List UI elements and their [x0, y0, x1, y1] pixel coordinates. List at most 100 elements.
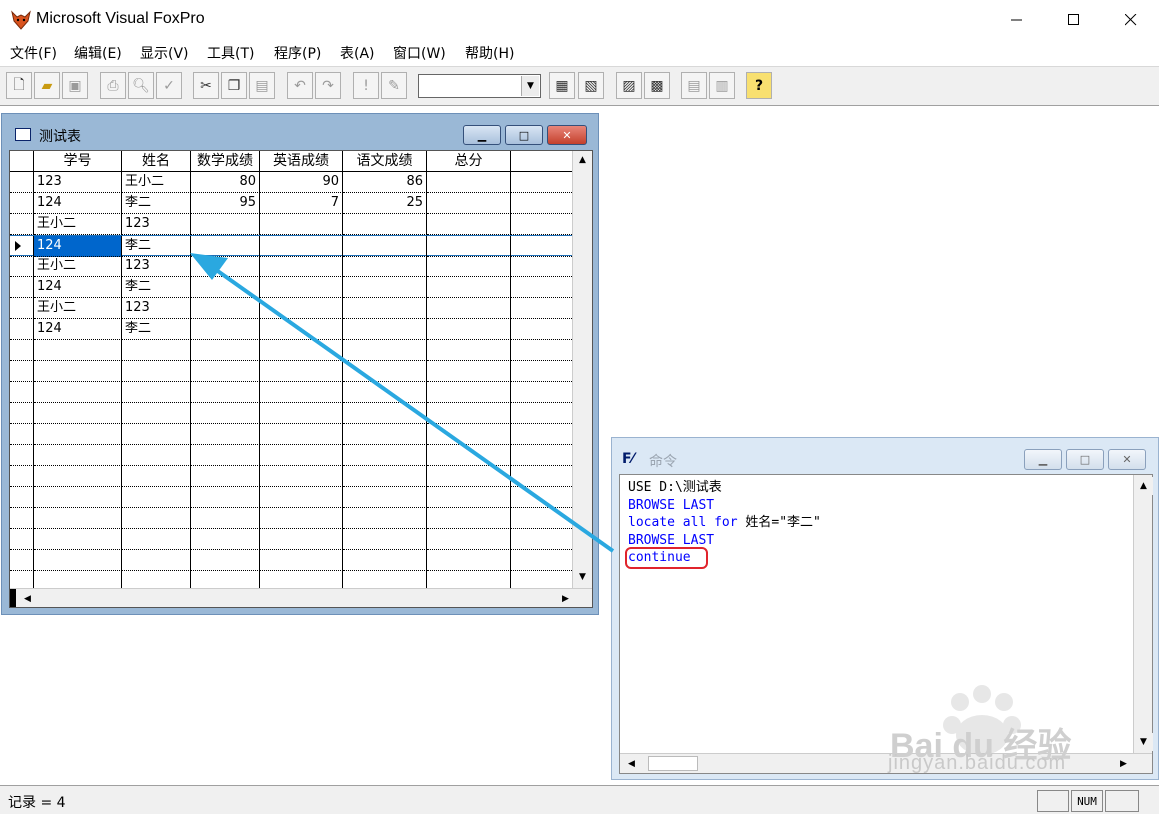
grid-cell[interactable] [260, 529, 343, 550]
grid-cell[interactable] [122, 340, 191, 361]
menu-tools[interactable]: 工具(T) [205, 43, 256, 63]
grid-cell[interactable] [34, 508, 122, 529]
report-wizard-button[interactable]: ▩ [644, 72, 670, 99]
grid-cell[interactable] [260, 214, 343, 235]
grid-cell[interactable]: 7 [260, 193, 343, 214]
column-header[interactable]: 英语成绩 [260, 151, 343, 172]
modify-form-button[interactable]: ✎ [381, 72, 407, 99]
grid-cell[interactable] [260, 298, 343, 319]
grid-cell[interactable] [343, 382, 427, 403]
grid-cell[interactable] [191, 529, 260, 550]
table-row[interactable] [10, 382, 572, 403]
grid-cell[interactable] [427, 361, 511, 382]
browse-title-bar[interactable]: 测试表 ▁ □ ✕ [2, 114, 598, 150]
grid-cell[interactable] [191, 214, 260, 235]
scroll-down-icon[interactable]: ▼ [573, 568, 592, 586]
grid-cell[interactable] [191, 550, 260, 571]
grid-cell[interactable]: 123 [122, 256, 191, 277]
scroll-right-icon[interactable]: ▶ [556, 590, 575, 607]
grid-cell[interactable] [511, 361, 572, 382]
row-selector[interactable] [10, 529, 34, 550]
row-selector[interactable] [10, 256, 34, 277]
grid-cell[interactable] [191, 236, 260, 257]
table-row[interactable] [10, 550, 572, 571]
grid-cell[interactable] [343, 340, 427, 361]
grid-cell[interactable] [260, 319, 343, 340]
table-row[interactable]: 124 李二 [10, 319, 572, 340]
grid-cell[interactable] [260, 508, 343, 529]
table-row[interactable]: 124 李二 95 7 25 [10, 193, 572, 214]
row-selector[interactable] [10, 340, 34, 361]
grid-cell[interactable] [511, 382, 572, 403]
grid-cell[interactable]: 95 [191, 193, 260, 214]
grid-cell[interactable]: 123 [34, 172, 122, 193]
grid-cell[interactable] [511, 214, 572, 235]
menu-view[interactable]: 显示(V) [138, 43, 191, 63]
grid-cell[interactable] [511, 319, 572, 340]
grid-cell[interactable]: 90 [260, 172, 343, 193]
grid-cell[interactable] [343, 319, 427, 340]
grid-cell[interactable] [427, 277, 511, 298]
menu-file[interactable]: 文件(F) [8, 43, 59, 63]
grid-cell[interactable] [260, 487, 343, 508]
print-preview-button[interactable]: 🔍︎ [128, 72, 154, 99]
grid-cell[interactable] [343, 403, 427, 424]
grid-cell[interactable] [122, 382, 191, 403]
grid-cell[interactable] [343, 487, 427, 508]
grid-cell[interactable] [343, 256, 427, 277]
table-row[interactable]: 王小二 123 [10, 256, 572, 277]
grid-cell[interactable]: 124 [34, 319, 122, 340]
table-row[interactable]: 123 王小二 80 90 86 [10, 172, 572, 193]
grid-cell[interactable] [191, 256, 260, 277]
grid-cell[interactable] [34, 340, 122, 361]
run-button[interactable]: ! [353, 72, 379, 99]
menu-program[interactable]: 程序(P) [272, 43, 323, 63]
grid-cell[interactable] [343, 550, 427, 571]
grid-cell[interactable] [191, 445, 260, 466]
grid-cell[interactable] [122, 550, 191, 571]
new-button[interactable]: 🗋 [6, 72, 32, 99]
table-row[interactable] [10, 445, 572, 466]
grid-cell[interactable] [511, 236, 572, 257]
menu-table[interactable]: 表(A) [338, 43, 377, 63]
grid-cell[interactable] [260, 361, 343, 382]
row-selector[interactable] [10, 172, 34, 193]
grid-cell[interactable] [122, 508, 191, 529]
grid-cell[interactable] [191, 361, 260, 382]
grid-cell[interactable] [122, 466, 191, 487]
grid-cell[interactable] [511, 508, 572, 529]
grid-cell[interactable] [191, 319, 260, 340]
column-header[interactable]: 总分 [427, 151, 511, 172]
grid-cell[interactable]: 王小二 [34, 256, 122, 277]
grid-cell[interactable]: 李二 [122, 193, 191, 214]
grid-cell[interactable] [260, 277, 343, 298]
grid-cell[interactable] [34, 550, 122, 571]
grid-cell[interactable] [427, 214, 511, 235]
grid-cell[interactable] [511, 193, 572, 214]
grid-cell[interactable] [191, 298, 260, 319]
grid-cell[interactable] [191, 340, 260, 361]
grid-cell[interactable]: 李二 [122, 277, 191, 298]
scroll-thumb[interactable] [648, 756, 698, 771]
grid-cell[interactable] [511, 256, 572, 277]
grid-cell[interactable] [122, 487, 191, 508]
grid-cell[interactable] [122, 445, 191, 466]
partition-handle[interactable] [10, 589, 16, 607]
grid-cell[interactable] [191, 508, 260, 529]
scroll-up-icon[interactable]: ▲ [1134, 477, 1153, 495]
grid-cell[interactable] [34, 466, 122, 487]
horizontal-scrollbar[interactable]: ◀ ▶ [10, 588, 592, 607]
save-button[interactable]: ▣ [62, 72, 88, 99]
scroll-left-icon[interactable]: ◀ [18, 590, 37, 607]
menu-edit[interactable]: 编辑(E) [72, 43, 124, 63]
grid-cell[interactable] [427, 508, 511, 529]
chevron-down-icon[interactable]: ▼ [521, 76, 539, 96]
help-button[interactable]: ? [746, 72, 772, 99]
row-selector[interactable] [10, 403, 34, 424]
column-header[interactable]: 数学成绩 [191, 151, 260, 172]
cut-button[interactable]: ✂ [193, 72, 219, 99]
column-header[interactable]: 姓名 [122, 151, 191, 172]
grid-cell[interactable] [427, 487, 511, 508]
browse-minimize-button[interactable]: ▁ [463, 125, 501, 145]
browse-maximize-button[interactable]: □ [505, 125, 543, 145]
